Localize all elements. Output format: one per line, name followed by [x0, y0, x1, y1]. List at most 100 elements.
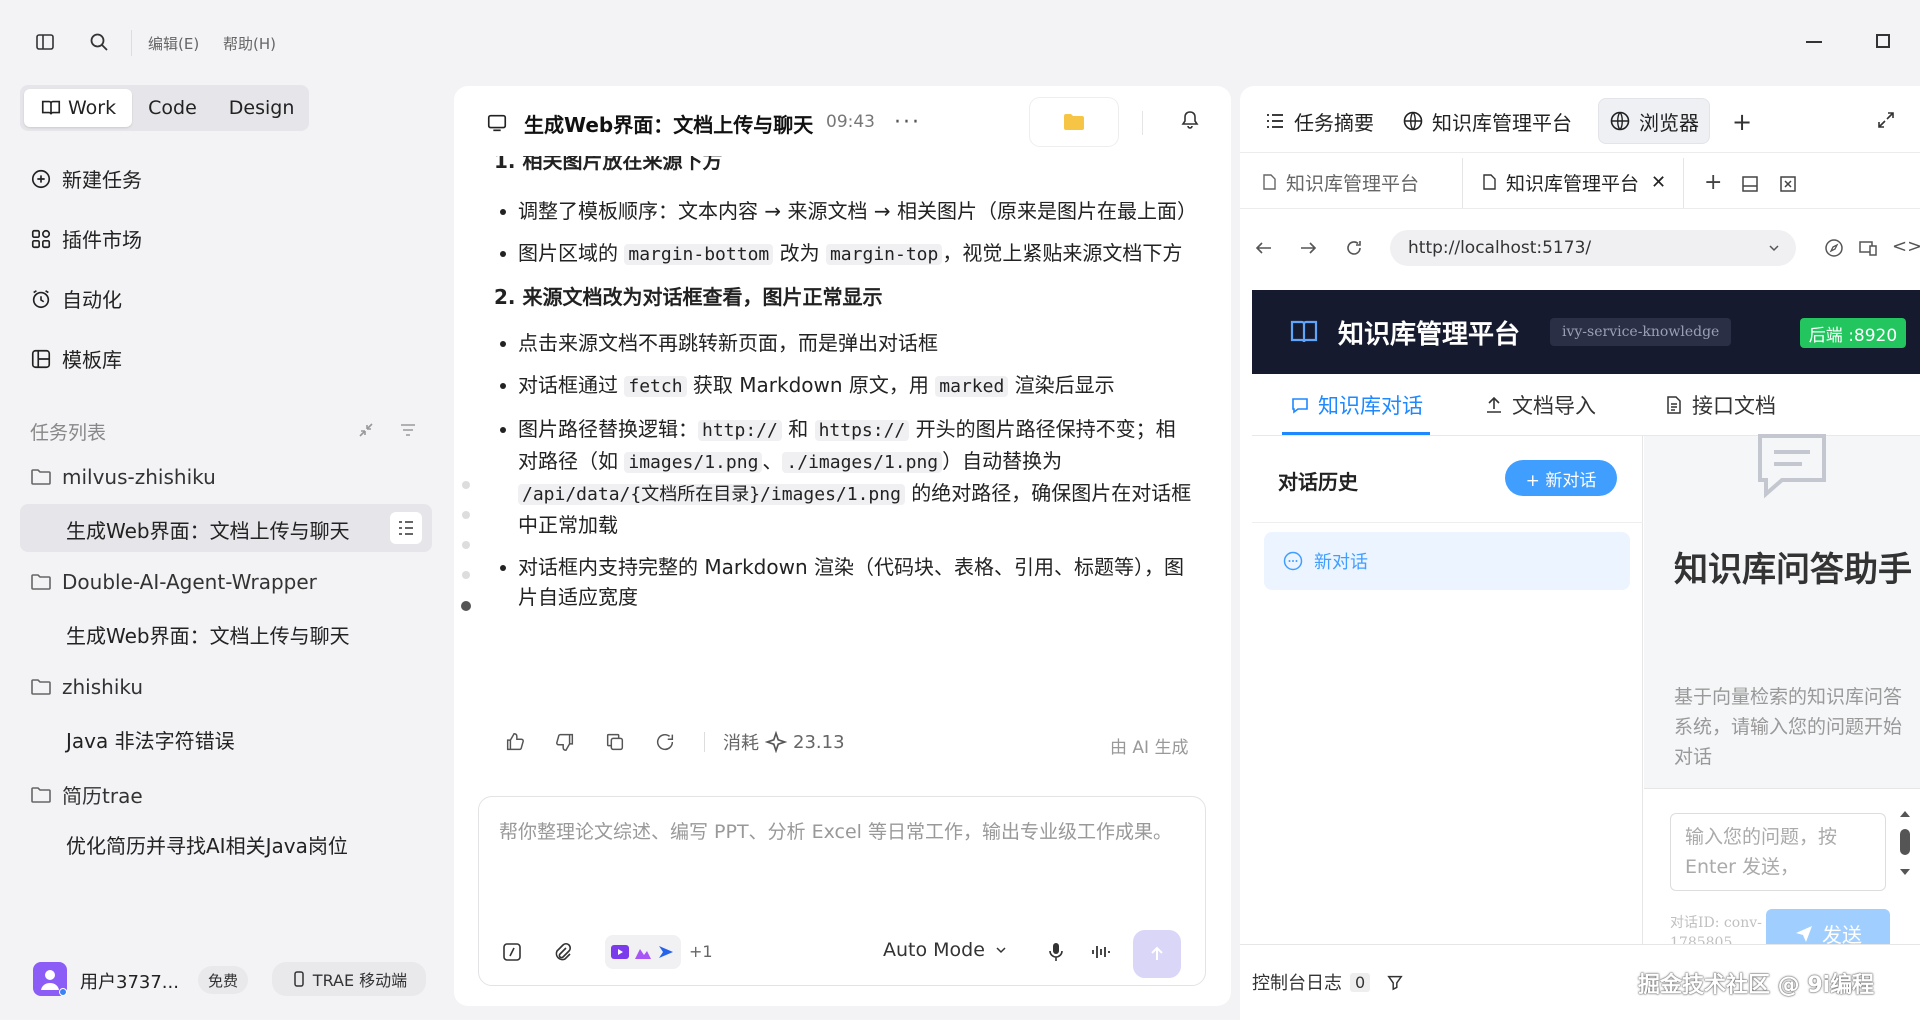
folder-item[interactable]: milvus-zhishiku — [30, 465, 216, 489]
scroll-dot[interactable] — [462, 571, 470, 579]
layout-icon[interactable] — [1740, 174, 1760, 194]
console-bar: 控制台日志 0 掘金技术社区 @ 9i编程 — [1240, 944, 1920, 1020]
filter-icon[interactable] — [1386, 973, 1404, 991]
command-icon[interactable] — [501, 941, 523, 963]
chat-input[interactable]: 帮你整理论文综述、编写 PPT、分析 Excel 等日常工作，输出专业级工作成果… — [478, 796, 1206, 986]
folder-item[interactable]: zhishiku — [30, 675, 143, 699]
list-item: 点击来源文档不再跳转新页面，而是弹出对话框 — [494, 328, 1194, 358]
more-icon[interactable]: ··· — [894, 110, 921, 135]
add-tab-icon[interactable]: + — [1732, 108, 1752, 136]
new-task-item[interactable]: 新建任务 — [30, 164, 142, 193]
cut-heading: 1. 相关图片放在来源下方 — [494, 156, 723, 173]
website-viewport: 知识库管理平台 ivy-service-knowledge 后端 :8920 知… — [1252, 290, 1920, 1020]
browser-tab[interactable]: 知识库管理平台 — [1260, 158, 1419, 206]
expand-icon[interactable] — [1876, 110, 1896, 130]
task-item[interactable]: 生成Web界面：文档上传与聊天 — [66, 515, 350, 544]
plugin-more-count[interactable]: +1 — [689, 942, 713, 961]
user-name[interactable]: 用户3737... — [80, 968, 179, 994]
forward-icon[interactable] — [1298, 238, 1318, 258]
chat-panel: 生成Web界面：文档上传与聊天 09:43 ··· 1. 相关图片放在来源下方 … — [454, 86, 1231, 1006]
plugin-icons-group[interactable] — [605, 935, 681, 969]
avatar[interactable] — [33, 962, 67, 996]
folder-button[interactable] — [1030, 98, 1118, 146]
microphone-icon[interactable] — [1045, 941, 1067, 963]
maximize-icon[interactable] — [1876, 34, 1890, 48]
scroll-dot[interactable] — [462, 541, 470, 549]
list-item: 对话框通过 fetch 获取 Markdown 原文，用 marked 渲染后显… — [494, 370, 1194, 402]
scroll-dot-active[interactable] — [461, 601, 471, 611]
browser-tab-active[interactable]: 知识库管理平台 ✕ — [1480, 158, 1666, 206]
back-icon[interactable] — [1254, 238, 1274, 258]
close-tab-icon[interactable]: ✕ — [1651, 172, 1666, 193]
plugin-market-item[interactable]: 插件市场 — [30, 224, 142, 253]
mode-work-tab[interactable]: Work — [24, 89, 133, 127]
devtools-icon[interactable]: <> — [1892, 236, 1920, 257]
tab-browser[interactable]: 浏览器 — [1598, 98, 1710, 144]
chat-time: 09:43 — [826, 112, 875, 132]
question-input[interactable]: 输入您的问题，按 Enter 发送， — [1670, 813, 1886, 891]
filter-list-icon[interactable] — [398, 420, 418, 440]
folder-item[interactable]: 简历trae — [30, 780, 143, 809]
site-header: 知识库管理平台 ivy-service-knowledge 后端 :8920 — [1252, 290, 1920, 374]
chat-icon — [486, 112, 508, 134]
assistant-area: 知识库问答助手 基于向量检索的知识库问答系统，请输入您的问题开始对话 输入您的问… — [1644, 434, 1920, 1020]
minimize-icon[interactable] — [1806, 41, 1822, 43]
tab-task-summary[interactable]: 任务摘要 — [1254, 98, 1384, 144]
mode-code-tab[interactable]: Code — [132, 89, 213, 127]
automation-item[interactable]: 自动化 — [30, 284, 122, 313]
copy-icon[interactable] — [604, 731, 626, 753]
new-chat-button[interactable]: + 新对话 — [1505, 460, 1617, 496]
folder-icon — [1064, 114, 1084, 130]
menu-edit[interactable]: 编辑(E) — [148, 33, 199, 54]
attachment-icon[interactable] — [551, 941, 573, 963]
menu-help[interactable]: 帮助(H) — [223, 33, 276, 54]
task-item[interactable]: Java 非法字符错误 — [66, 725, 235, 754]
folder-icon — [31, 469, 51, 485]
book-icon — [1290, 320, 1318, 343]
folder-icon — [31, 574, 51, 590]
input-scrollbar[interactable] — [1900, 811, 1910, 895]
task-item[interactable]: 优化简历并寻找AI相关Java岗位 — [66, 830, 348, 859]
list-item: 对话框内支持完整的 Markdown 渲染（代码块、表格、引用、标题等），图片自… — [494, 552, 1194, 612]
mode-select[interactable]: Auto Mode — [883, 939, 1007, 961]
scroll-dot[interactable] — [462, 481, 470, 489]
compass-icon[interactable] — [1824, 238, 1844, 258]
list-icon — [1267, 114, 1283, 128]
tab-knowledge-platform[interactable]: 知识库管理平台 — [1392, 98, 1582, 144]
send-button[interactable] — [1133, 930, 1181, 978]
collapse-icon[interactable] — [356, 420, 376, 440]
phone-icon — [294, 971, 304, 987]
chevron-down-icon[interactable] — [1768, 242, 1780, 254]
search-icon[interactable] — [89, 32, 109, 52]
mode-design-tab[interactable]: Design — [213, 89, 311, 127]
site-tab-api-docs[interactable]: 接口文档 — [1664, 390, 1776, 420]
address-bar[interactable]: http://localhost:5173/ — [1390, 230, 1796, 266]
task-item[interactable]: 生成Web界面：文档上传与聊天 — [66, 620, 350, 649]
folder-item[interactable]: Double-AI-Agent-Wrapper — [30, 570, 317, 594]
message-content: 1. 相关图片放在来源下方 调整了模板顺序：文本内容 → 来源文档 → 相关图片… — [494, 156, 1197, 624]
chat-history-item[interactable]: 新对话 — [1264, 532, 1630, 590]
console-log-toggle[interactable]: 控制台日志 0 — [1252, 969, 1404, 995]
voice-wave-icon[interactable] — [1089, 941, 1111, 963]
site-tab-import[interactable]: 文档导入 — [1484, 390, 1596, 420]
refresh-icon[interactable] — [654, 731, 676, 753]
console-count-badge: 0 — [1350, 972, 1371, 992]
chat-bubble-icon — [1292, 398, 1308, 414]
mobile-button[interactable]: TRAE 移动端 — [272, 962, 426, 996]
template-library-item[interactable]: 模板库 — [30, 344, 122, 373]
template-icon — [31, 349, 51, 368]
folder-icon — [31, 679, 51, 695]
divider — [1142, 111, 1143, 135]
new-browser-tab-icon[interactable]: + — [1704, 170, 1722, 195]
thumbs-down-icon[interactable] — [554, 731, 576, 753]
task-outline-icon[interactable] — [390, 512, 422, 544]
scroll-dot[interactable] — [462, 511, 470, 519]
list-item: 图片区域的 margin-bottom 改为 margin-top ，视觉上紧贴来… — [494, 238, 1194, 270]
reload-icon[interactable] — [1344, 238, 1364, 258]
device-icon[interactable] — [1858, 238, 1878, 258]
thumbs-up-icon[interactable] — [504, 731, 526, 753]
close-window-icon[interactable] — [1778, 174, 1798, 194]
site-tab-chat[interactable]: 知识库对话 — [1290, 390, 1423, 420]
sidebar-toggle-icon[interactable] — [35, 32, 55, 52]
pin-icon[interactable] — [1180, 110, 1200, 130]
